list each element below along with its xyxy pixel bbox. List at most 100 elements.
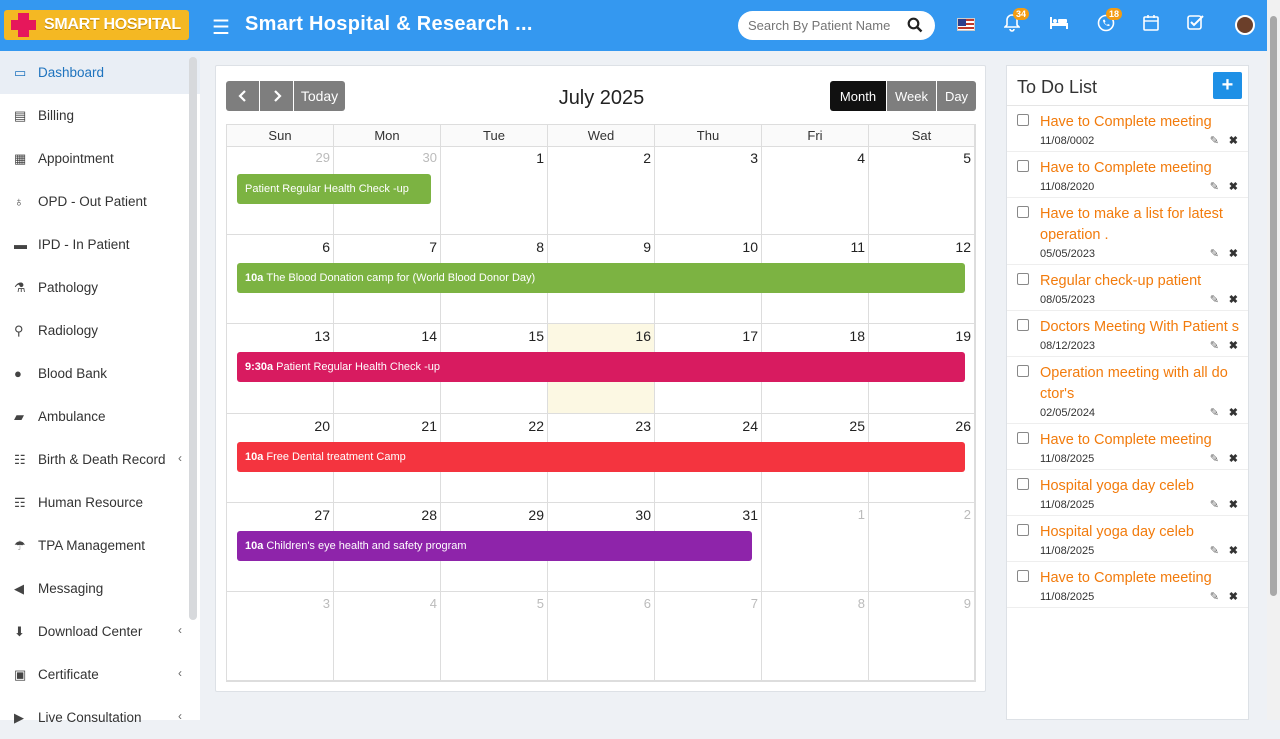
calendar-event[interactable]: Patient Regular Health Check -up	[237, 174, 431, 204]
day-number: 10	[742, 239, 758, 256]
day-number: 1	[536, 150, 544, 166]
sidebar-item-radiology[interactable]: ⚲ Radiology	[0, 309, 200, 352]
pencil-icon[interactable]: ✎	[1210, 590, 1219, 603]
sidebar-item-human-resource[interactable]: ☶ Human Resource	[0, 481, 200, 524]
pencil-icon[interactable]: ✎	[1210, 544, 1219, 557]
todo-checkbox[interactable]	[1017, 478, 1029, 490]
calendar-day-cell[interactable]: 1	[762, 502, 869, 592]
calendar-day-cell[interactable]: 3	[227, 592, 334, 682]
chevron-left-icon: ‹	[178, 623, 182, 637]
close-icon[interactable]: ✖	[1229, 498, 1238, 511]
todo-text: Operation meeting with all do ctor's	[1040, 365, 1228, 402]
todo-item: Have to make a list for latest operation…	[1007, 198, 1248, 265]
whatsapp-icon[interactable]: 18	[1097, 8, 1123, 37]
sidebar-item-pathology[interactable]: ⚗ Pathology	[0, 266, 200, 309]
logo[interactable]: SMART HOSPITAL	[4, 10, 189, 40]
close-icon[interactable]: ✖	[1229, 247, 1238, 260]
todo-checkbox[interactable]	[1017, 432, 1029, 444]
sidebar-scrollbar[interactable]	[189, 57, 197, 620]
sidebar-item-dashboard[interactable]: ▭ Dashboard	[0, 51, 200, 94]
chevron-left-icon: ‹	[178, 709, 182, 723]
sidebar-item-download-center[interactable]: ⬇ Download Center ‹	[0, 610, 200, 653]
todo-checkbox[interactable]	[1017, 114, 1029, 126]
close-icon[interactable]: ✖	[1229, 590, 1238, 603]
day-of-week-header: Fri	[762, 125, 869, 147]
calendar-day-cell[interactable]: 5	[869, 146, 975, 236]
sidebar-item-birth-death-record[interactable]: ☷ Birth & Death Record ‹	[0, 438, 200, 481]
calendar-day-cell[interactable]: 8	[762, 592, 869, 682]
search-input[interactable]	[748, 18, 898, 33]
calendar-day-cell[interactable]: 3	[655, 146, 762, 236]
todo-item: Have to Complete meeting 11/08/2025 ✎ ✖	[1007, 562, 1248, 608]
week-view-button[interactable]: Week	[887, 81, 936, 111]
sidebar-item-label: Human Resource	[38, 495, 144, 510]
close-icon[interactable]: ✖	[1229, 544, 1238, 557]
hamburger-menu-icon[interactable]: ☰	[212, 15, 230, 40]
calendar-event[interactable]: 9:30a Patient Regular Health Check -up	[237, 352, 965, 383]
calendar-day-cell[interactable]: 7	[655, 592, 762, 682]
us-flag-icon[interactable]	[957, 18, 975, 31]
close-icon[interactable]: ✖	[1229, 406, 1238, 419]
day-view-button[interactable]: Day	[937, 81, 976, 111]
pencil-icon[interactable]: ✎	[1210, 180, 1219, 193]
todo-item: Have to Complete meeting 11/08/2025 ✎ ✖	[1007, 424, 1248, 470]
close-icon[interactable]: ✖	[1229, 180, 1238, 193]
sidebar-item-ipd-in-patient[interactable]: ▬ IPD - In Patient	[0, 223, 200, 266]
todo-checkbox[interactable]	[1017, 365, 1029, 377]
calendar-day-cell[interactable]: 9	[869, 592, 975, 682]
calendar-event[interactable]: 10a Children's eye health and safety prog…	[237, 530, 752, 561]
pencil-icon[interactable]: ✎	[1210, 406, 1219, 419]
task-check-icon[interactable]	[1187, 14, 1205, 36]
todo-checkbox[interactable]	[1017, 206, 1029, 218]
sidebar-item-appointment[interactable]: ▦ Appointment	[0, 137, 200, 180]
download-icon: ⬇	[14, 623, 25, 639]
calendar-day-cell[interactable]: 4	[762, 146, 869, 236]
user-avatar[interactable]	[1235, 15, 1255, 35]
page-scrollbar[interactable]	[1267, 0, 1280, 720]
pencil-icon[interactable]: ✎	[1210, 134, 1219, 147]
todo-checkbox[interactable]	[1017, 319, 1029, 331]
add-todo-button[interactable]: +	[1213, 72, 1242, 99]
todo-checkbox[interactable]	[1017, 160, 1029, 172]
close-icon[interactable]: ✖	[1229, 293, 1238, 306]
calendar-event[interactable]: 10a Free Dental treatment Camp	[237, 441, 965, 472]
todo-checkbox[interactable]	[1017, 524, 1029, 536]
day-number: 22	[528, 417, 544, 434]
close-icon[interactable]: ✖	[1229, 134, 1238, 147]
pencil-icon[interactable]: ✎	[1210, 339, 1219, 352]
day-number: 3	[322, 596, 330, 611]
sidebar-item-billing[interactable]: ▤ Billing	[0, 94, 200, 137]
sidebar-item-ambulance[interactable]: ▰ Ambulance	[0, 395, 200, 438]
pencil-icon[interactable]: ✎	[1210, 498, 1219, 511]
scrollbar-thumb[interactable]	[1270, 16, 1277, 596]
calendar-day-cell[interactable]: 6	[548, 592, 655, 682]
calendar-day-cell[interactable]: 5	[441, 592, 548, 682]
bell-icon[interactable]: 34	[1003, 8, 1030, 37]
todo-checkbox[interactable]	[1017, 570, 1029, 582]
calendar-event[interactable]: 10a The Blood Donation camp for (World Bl…	[237, 263, 965, 294]
sidebar-item-live-consultation[interactable]: ▶ Live Consultation ‹	[0, 696, 200, 739]
event-time: 10a	[245, 272, 264, 285]
pencil-icon[interactable]: ✎	[1210, 293, 1219, 306]
sidebar-item-opd-out-patient[interactable]: ♁ OPD - Out Patient	[0, 180, 200, 223]
calendar-day-cell[interactable]: 2	[869, 502, 975, 592]
calendar-day-cell[interactable]: 2	[548, 146, 655, 236]
day-of-week-header: Sun	[227, 125, 334, 147]
sidebar-item-certificate[interactable]: ▣ Certificate ‹	[0, 653, 200, 696]
pencil-icon[interactable]: ✎	[1210, 247, 1219, 260]
todo-checkbox[interactable]	[1017, 273, 1029, 285]
calendar-icon[interactable]	[1143, 14, 1159, 36]
pencil-icon[interactable]: ✎	[1210, 452, 1219, 465]
sidebar-item-tpa-management[interactable]: ☂ TPA Management	[0, 524, 200, 567]
calendar-day-cell[interactable]: 4	[334, 592, 441, 682]
logo-text: SMART HOSPITAL	[44, 16, 181, 33]
close-icon[interactable]: ✖	[1229, 452, 1238, 465]
sidebar-item-blood-bank[interactable]: ● Blood Bank	[0, 352, 200, 395]
calendar-day-cell[interactable]: 1	[441, 146, 548, 236]
close-icon[interactable]: ✖	[1229, 339, 1238, 352]
month-view-button[interactable]: Month	[830, 81, 886, 111]
search-icon[interactable]	[907, 17, 923, 33]
people-icon: ☷	[14, 451, 26, 467]
sidebar-item-messaging[interactable]: ◀ Messaging	[0, 567, 200, 610]
bed-icon[interactable]	[1049, 14, 1069, 35]
